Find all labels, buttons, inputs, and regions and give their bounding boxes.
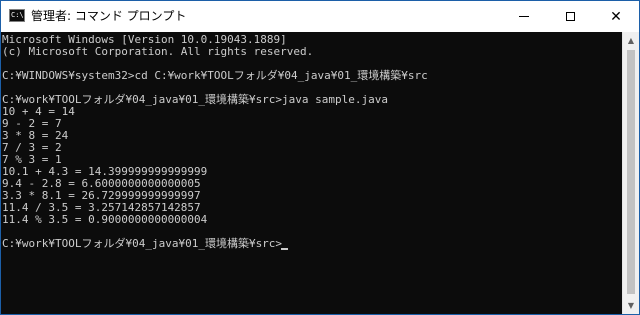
close-button[interactable]: ✕ <box>593 1 639 32</box>
scroll-up-arrow-icon: ▲ <box>627 36 635 45</box>
title-bar[interactable]: C:\ 管理者: コマンド プロンプト ✕ <box>1 1 639 32</box>
console-output[interactable]: Microsoft Windows [Version 10.0.19043.18… <box>1 32 622 314</box>
scroll-up-button[interactable]: ▲ <box>623 32 639 49</box>
minimize-button[interactable] <box>501 1 547 32</box>
maximize-button[interactable] <box>547 1 593 32</box>
text-cursor <box>281 248 288 250</box>
console-line: C:¥WINDOWS¥system32>cd C:¥work¥TOOLフォルダ¥… <box>2 69 428 82</box>
maximize-icon <box>565 12 575 21</box>
console-line: 11.4 % 3.5 = 0.9000000000000004 <box>2 213 208 226</box>
close-icon: ✕ <box>610 8 622 25</box>
vertical-scrollbar[interactable]: ▲ ▼ <box>622 32 639 314</box>
window-title: 管理者: コマンド プロンプト <box>31 9 187 23</box>
scroll-thumb[interactable] <box>627 50 635 294</box>
scroll-down-arrow-icon: ▼ <box>627 301 635 310</box>
prompt-line: C:¥work¥TOOLフォルダ¥04_java¥01_環境構築¥src> <box>2 237 283 250</box>
cmd-app-icon[interactable]: C:\ <box>9 9 25 22</box>
minimize-icon <box>519 16 529 17</box>
scroll-down-button[interactable]: ▼ <box>623 297 639 314</box>
command-prompt-window: C:\ 管理者: コマンド プロンプト ✕ Microsoft Windows … <box>0 0 640 315</box>
console-line: (c) Microsoft Corporation. All rights re… <box>2 45 314 58</box>
